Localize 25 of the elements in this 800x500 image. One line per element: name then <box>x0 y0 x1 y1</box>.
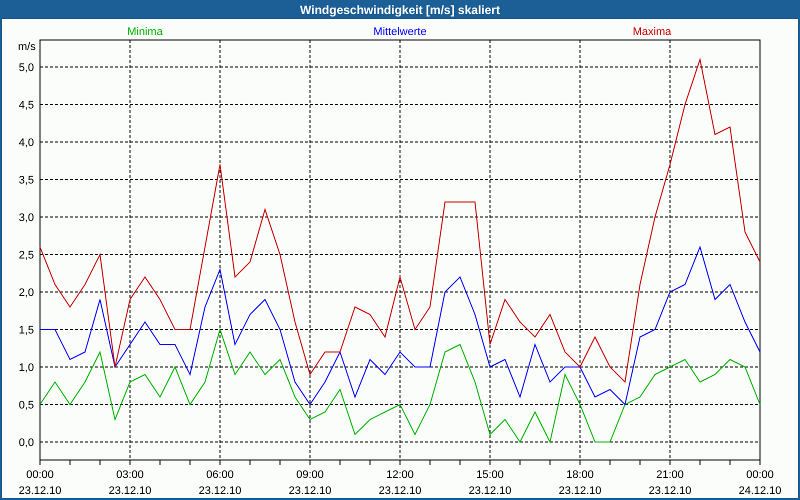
x-tick-label: 09:00 23.12.10 <box>288 469 332 497</box>
y-tick-label: 1,5 <box>18 324 34 336</box>
legend-label: Minima <box>127 26 163 38</box>
x-tick-label: 18:00 23.12.10 <box>558 469 602 497</box>
y-tick-label: 0,5 <box>18 400 34 412</box>
y-tick-label: 0,0 <box>18 437 34 449</box>
window-title: Windgeschwindigkeit [m/s] skaliert <box>300 2 500 18</box>
legend-label: Maxima <box>632 26 672 38</box>
y-axis-label: m/s <box>18 41 36 53</box>
y-tick-label: 4,5 <box>18 100 34 112</box>
x-tick-label: 03:00 23.12.10 <box>108 469 152 497</box>
y-tick-label: 2,5 <box>18 250 34 262</box>
x-tick-label: 21:00 23.12.10 <box>648 469 692 497</box>
x-tick-label: 00:00 23.12.10 <box>18 469 62 497</box>
legend-label: Mittelwerte <box>373 26 427 38</box>
y-tick-label: 3,0 <box>18 212 34 224</box>
x-tick-label: 12:00 23.12.10 <box>378 469 422 497</box>
y-tick-label: 1,0 <box>18 362 34 374</box>
y-tick-label: 2,0 <box>18 287 34 299</box>
y-tick-label: 3,5 <box>18 174 34 186</box>
y-tick-label: 5,0 <box>18 62 34 74</box>
x-tick-label: 00:00 24.12.10 <box>738 469 782 497</box>
x-tick-label: 15:00 23.12.10 <box>468 469 512 497</box>
y-tick-label: 4,0 <box>18 137 34 149</box>
x-tick-label: 06:00 23.12.10 <box>198 469 242 497</box>
